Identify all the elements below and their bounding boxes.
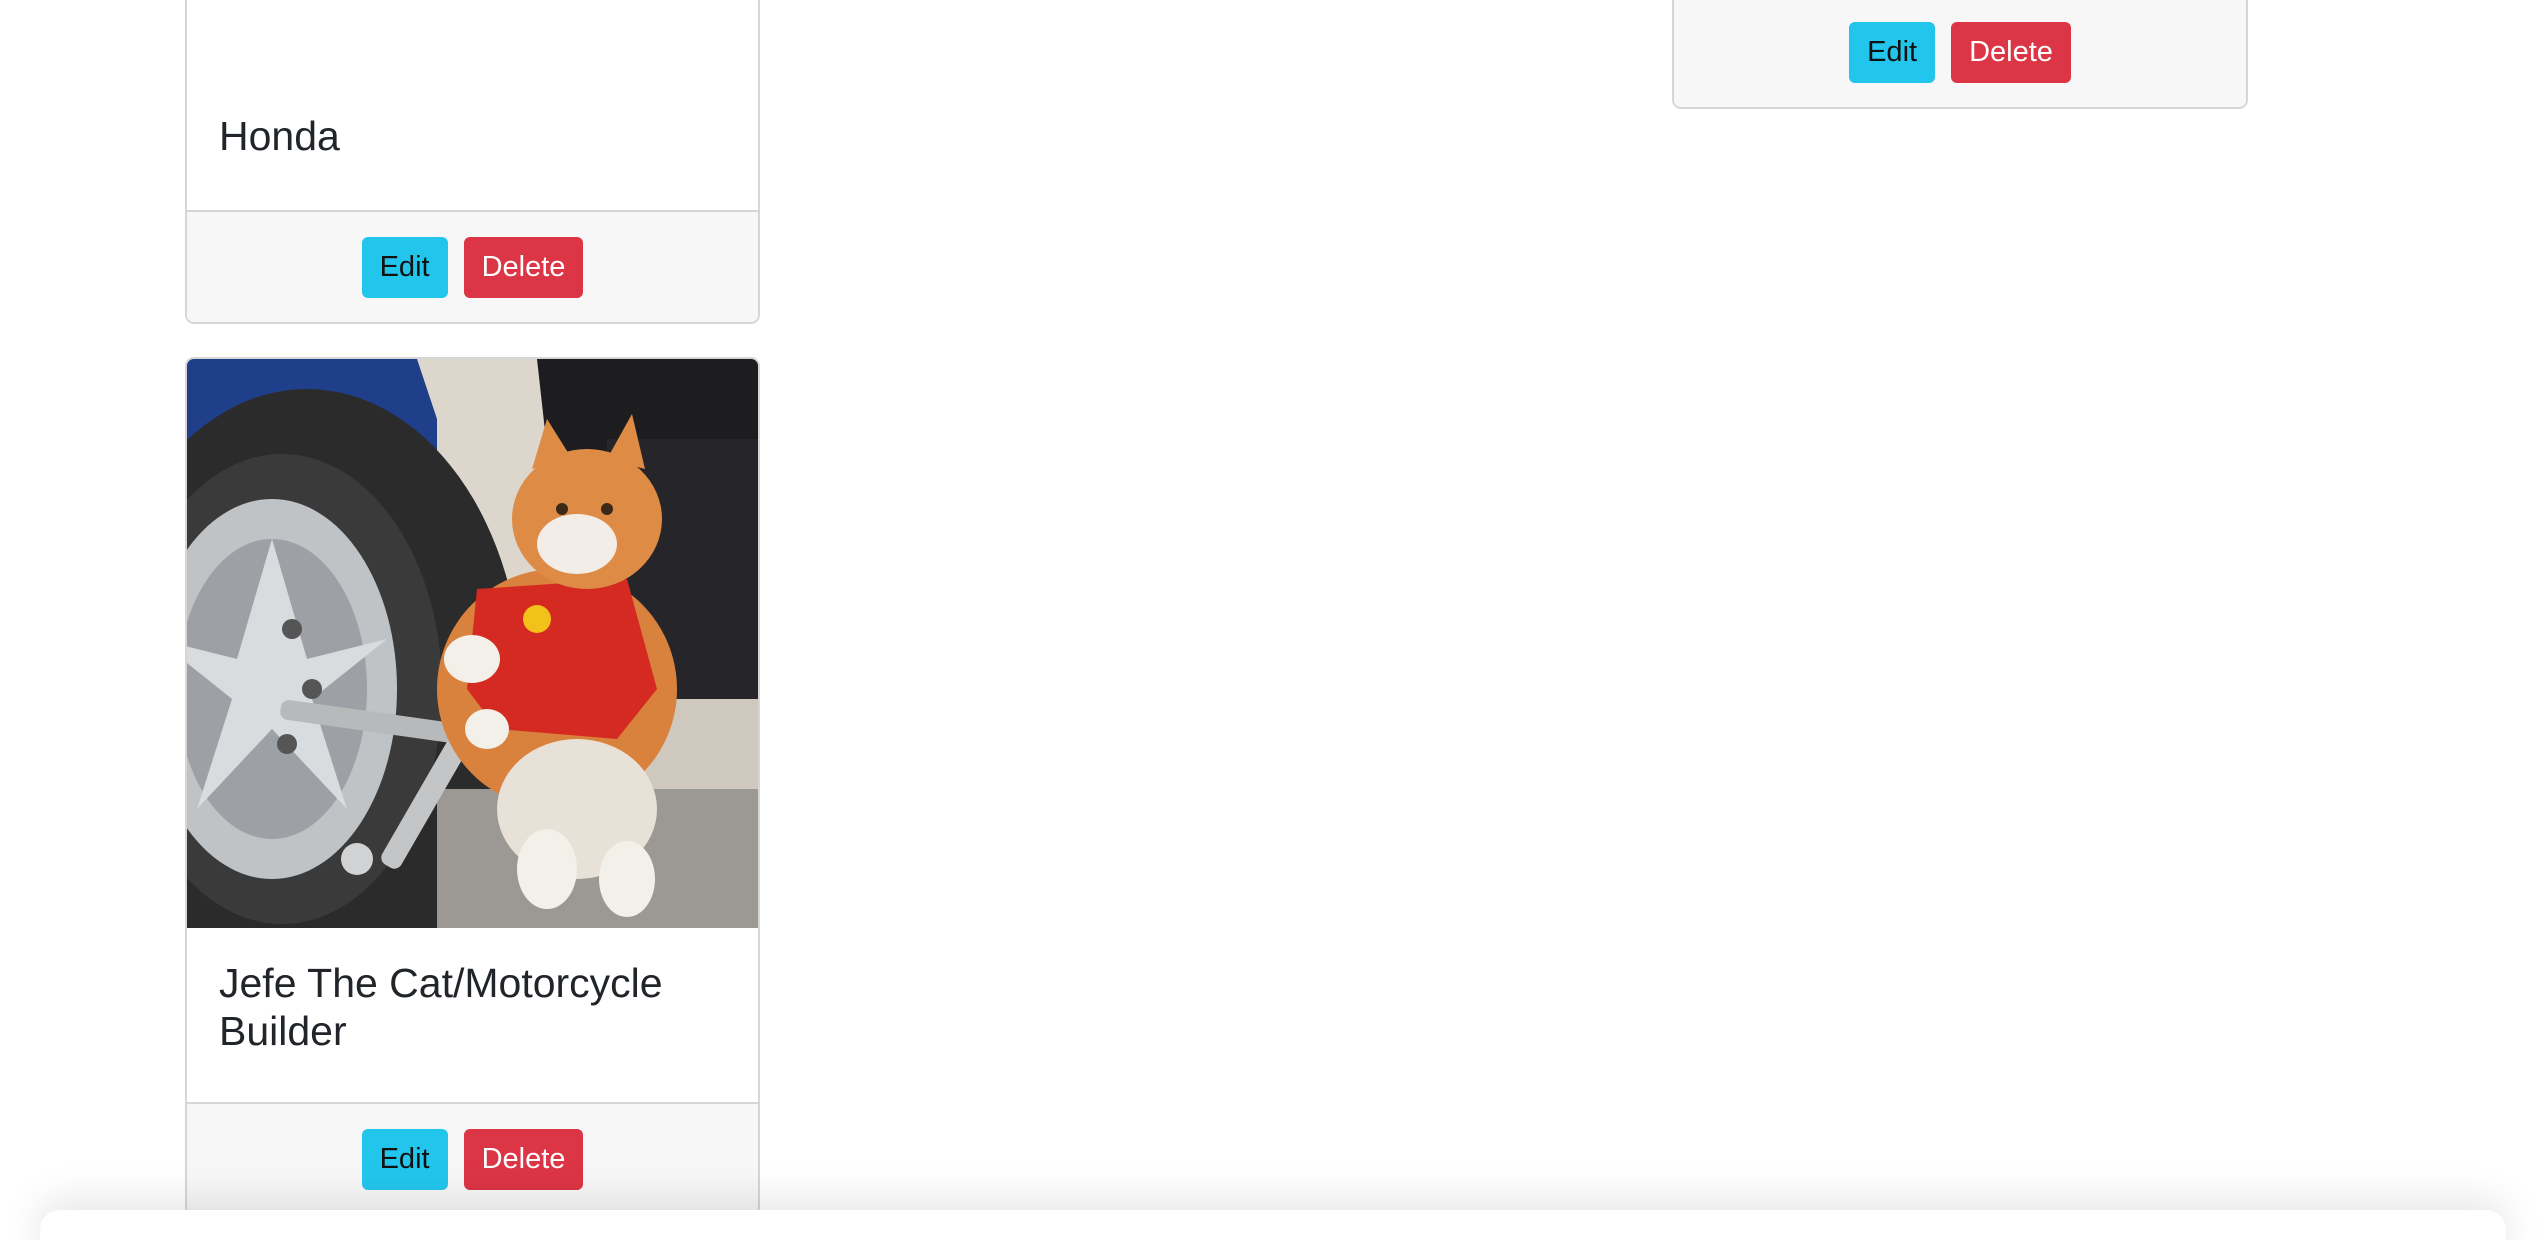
card-body: Honda <box>187 112 758 160</box>
card-honda: Honda Edit Delete <box>185 0 760 324</box>
bottom-shadow <box>40 1210 2506 1240</box>
edit-button[interactable]: Edit <box>361 236 448 298</box>
delete-button[interactable]: Delete <box>1951 22 2071 83</box>
card-footer: Edit Delete <box>187 210 758 322</box>
card-body: Jefe The Cat/Motorcycle Builder <box>187 959 758 1055</box>
card-jefe: Jefe The Cat/Motorcycle Builder Edit Del… <box>185 357 760 1216</box>
delete-button[interactable]: Delete <box>463 236 584 298</box>
card-title: Jefe The Cat/Motorcycle Builder <box>219 960 663 1054</box>
card-footer: Edit Delete <box>187 1102 758 1214</box>
delete-button[interactable]: Delete <box>463 1128 584 1190</box>
card-title: Honda <box>219 113 340 159</box>
edit-button[interactable]: Edit <box>361 1128 448 1190</box>
edit-button[interactable]: Edit <box>1849 22 1936 83</box>
cat-mechanic-image <box>187 359 758 928</box>
card-footer: Edit Delete <box>1674 0 2246 107</box>
card-top-right: Edit Delete <box>1672 0 2248 109</box>
page: Honda Edit Delete Edit Delete Jefe The C… <box>0 0 2546 1240</box>
